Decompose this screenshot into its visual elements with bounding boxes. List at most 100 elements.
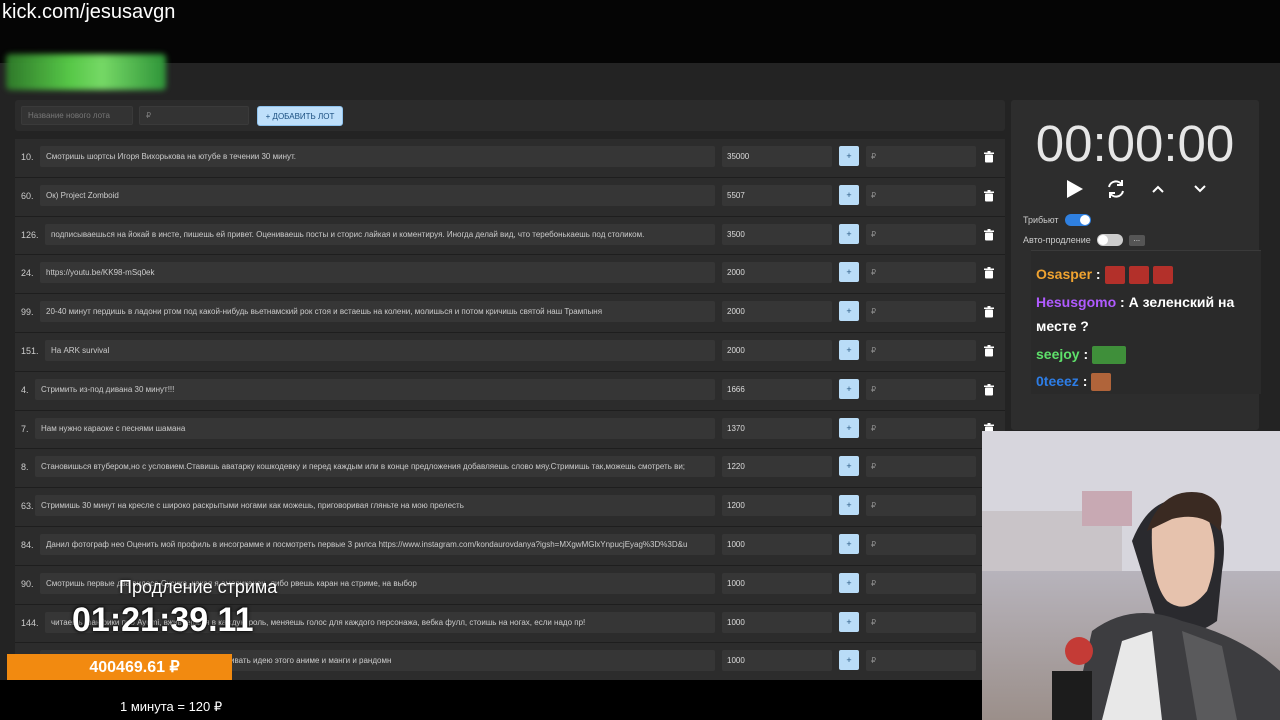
chat-separator: : xyxy=(1079,346,1089,362)
donation-total: 400469.61 ₽ xyxy=(7,654,232,680)
lot-amount-field[interactable]: 1000 xyxy=(722,611,832,633)
lot-row: 126. подписываешься на йокай в инсте, пиш… xyxy=(15,216,1005,256)
bid-input[interactable]: ₽ xyxy=(866,495,976,517)
lot-name-field[interactable]: Данил фотограф нео Оценить мой профиль в… xyxy=(40,533,715,555)
trash-icon[interactable] xyxy=(983,228,995,241)
chat-message: Hesusgomo : А зеленский на месте ? xyxy=(1036,290,1258,338)
extension-label: Продление стрима xyxy=(119,577,278,597)
bid-input[interactable]: ₽ xyxy=(866,301,976,323)
lot-name-field[interactable]: подписываешься на йокай в инсте, пишешь … xyxy=(45,223,715,245)
restart-icon[interactable] xyxy=(1105,178,1127,200)
new-lot-amount-input[interactable]: ₽ xyxy=(139,106,249,125)
lot-amount-field[interactable]: 1220 xyxy=(722,456,832,478)
lot-name-field[interactable]: Нам нужно караоке с песнями шамана xyxy=(35,417,715,439)
lot-row: 99. 20-40 минут пердишь в ладони ртом под… xyxy=(15,294,1005,333)
lot-number: 84. xyxy=(21,539,34,550)
emote-icon xyxy=(1091,373,1112,392)
add-bid-button[interactable]: + xyxy=(839,301,859,322)
lot-amount-field[interactable]: 1000 xyxy=(722,650,832,672)
lot-row: 151. На ARK survival 2000 + ₽ xyxy=(15,332,1005,372)
add-bid-button[interactable]: + xyxy=(839,650,859,671)
auto-extend-settings-button[interactable]: ... xyxy=(1128,234,1145,246)
emote-icon xyxy=(1152,266,1173,285)
lot-number: 60. xyxy=(21,190,34,201)
add-bid-button[interactable]: + xyxy=(839,184,859,205)
lot-row: 24. https://youtu.be/KK98-mSq0ek 2000 + ₽ xyxy=(15,255,1005,295)
bid-input[interactable]: ₽ xyxy=(866,650,976,672)
lot-amount-field[interactable]: 1000 xyxy=(722,572,832,594)
bid-input[interactable]: ₽ xyxy=(866,572,976,594)
chat-message: 0teeez : xyxy=(1036,369,1258,393)
new-lot-name-input[interactable]: Название нового лота xyxy=(21,106,133,125)
lot-name-field[interactable]: Ок) Project Zomboid xyxy=(40,184,715,206)
chevron-up-icon[interactable] xyxy=(1147,178,1169,200)
trash-icon[interactable] xyxy=(983,267,995,279)
trash-icon[interactable] xyxy=(983,151,995,163)
lot-amount-field[interactable]: 35000 xyxy=(722,146,832,167)
bid-input[interactable]: ₽ xyxy=(866,417,976,439)
lot-amount-field[interactable]: 1000 xyxy=(722,533,832,555)
bid-input[interactable]: ₽ xyxy=(866,184,976,206)
add-bid-button[interactable]: + xyxy=(839,456,859,477)
extension-rate: 1 минута = 120 ₽ xyxy=(120,699,223,714)
lot-name-field[interactable]: 20-40 минут пердишь в ладони ртом под ка… xyxy=(40,301,715,323)
trash-icon[interactable] xyxy=(983,306,995,318)
lot-number: 144. xyxy=(21,617,39,628)
add-bid-button[interactable]: + xyxy=(839,223,859,244)
lot-row: 63. Стримишь 30 минут на кресле с широко … xyxy=(15,488,1005,527)
trash-icon[interactable] xyxy=(983,344,995,357)
lot-row: 84. Данил фотограф нео Оценить мой профил… xyxy=(15,526,1005,566)
bid-input[interactable]: ₽ xyxy=(866,146,976,167)
add-bid-button[interactable]: + xyxy=(839,572,859,593)
lot-amount-field[interactable]: 1370 xyxy=(722,417,832,439)
bid-input[interactable]: ₽ xyxy=(866,533,976,555)
add-bid-button[interactable]: + xyxy=(839,417,859,438)
lot-number: 63. xyxy=(21,501,34,512)
lot-row: 4. Стримить из-под дивана 30 минут!!! 1666… xyxy=(15,371,1005,411)
trash-icon[interactable] xyxy=(983,189,995,202)
lot-name-field[interactable]: Смотришь шортсы Игоря Вихорькова на ютуб… xyxy=(40,146,715,167)
lot-name-field[interactable]: Стримишь 30 минут на кресле с широко рас… xyxy=(35,495,715,517)
blurred-logo xyxy=(6,54,166,90)
add-bid-button[interactable]: + xyxy=(839,146,859,166)
lot-name-field[interactable]: Стримить из-под дивана 30 минут!!! xyxy=(35,378,715,400)
lot-amount-field[interactable]: 2000 xyxy=(722,262,832,284)
chat-separator: : xyxy=(1078,373,1088,389)
bid-input[interactable]: ₽ xyxy=(866,339,976,361)
lot-amount-field[interactable]: 1200 xyxy=(722,495,832,517)
extension-time: 01:21:39.11 xyxy=(72,601,254,639)
lot-name-field[interactable]: На ARK survival xyxy=(45,339,715,361)
webcam-feed xyxy=(982,431,1280,720)
chevron-down-icon[interactable] xyxy=(1189,178,1211,200)
add-bid-button[interactable]: + xyxy=(839,495,859,516)
add-bid-button[interactable]: + xyxy=(839,533,859,554)
bid-input[interactable]: ₽ xyxy=(866,262,976,284)
add-bid-button[interactable]: + xyxy=(839,262,859,283)
bid-input[interactable]: ₽ xyxy=(866,223,976,245)
lot-name-field[interactable]: Становишься втубером,но с условием.Стави… xyxy=(35,456,715,478)
lot-amount-field[interactable]: 5507 xyxy=(722,184,832,206)
trash-icon[interactable] xyxy=(983,383,995,396)
lot-amount-field[interactable]: 1666 xyxy=(722,378,832,400)
lot-amount-field[interactable]: 2000 xyxy=(722,339,832,361)
bid-input[interactable]: ₽ xyxy=(866,456,976,478)
tribute-toggle-row: Трибьют xyxy=(1023,214,1091,226)
chat-username: 0teeez xyxy=(1036,373,1079,389)
chat-message: seejoy : xyxy=(1036,342,1258,366)
lot-row: 8. Становишься втубером,но с условием.Ста… xyxy=(15,449,1005,489)
bid-input[interactable]: ₽ xyxy=(866,611,976,633)
tribute-toggle[interactable] xyxy=(1064,214,1091,226)
timer-clock: 00:00:00 xyxy=(1035,115,1235,172)
lot-number: 24. xyxy=(21,268,34,279)
lot-name-field[interactable]: https://youtu.be/KK98-mSq0ek xyxy=(40,262,715,284)
chat-separator: : xyxy=(1092,266,1101,282)
lot-amount-field[interactable]: 3500 xyxy=(722,223,832,245)
add-bid-button[interactable]: + xyxy=(839,378,859,399)
lot-amount-field[interactable]: 2000 xyxy=(722,301,832,323)
add-bid-button[interactable]: + xyxy=(839,339,859,360)
play-icon[interactable] xyxy=(1063,178,1085,200)
auto-extend-toggle[interactable] xyxy=(1096,234,1123,246)
add-lot-button[interactable]: + ДОБАВИТЬ ЛОТ xyxy=(257,106,343,126)
bid-input[interactable]: ₽ xyxy=(866,378,976,400)
add-bid-button[interactable]: + xyxy=(839,611,859,632)
